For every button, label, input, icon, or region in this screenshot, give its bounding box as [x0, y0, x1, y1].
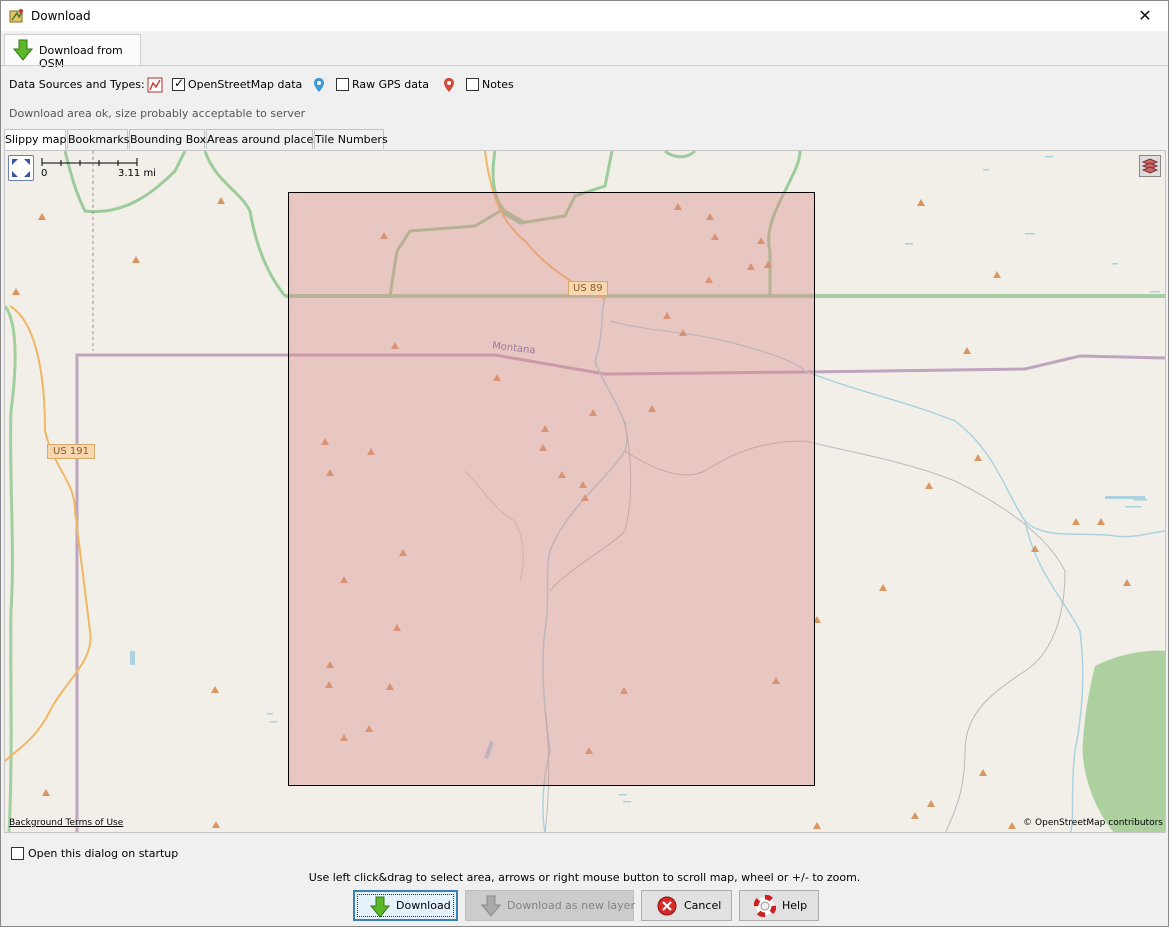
expand-arrows-icon — [12, 159, 30, 177]
raw-gps-label: Raw GPS data — [352, 78, 430, 91]
notes-checkbox[interactable] — [466, 78, 479, 91]
tab-bookmarks[interactable]: Bookmarks — [67, 129, 129, 149]
osm-data-checkbox[interactable]: ✓ — [172, 76, 185, 91]
osm-data-icon — [147, 77, 163, 93]
cancel-icon — [657, 896, 677, 916]
help-button[interactable]: Help — [739, 890, 819, 921]
tab-download-from-osm[interactable]: Download from OSM — [4, 34, 141, 70]
open-on-startup-checkbox[interactable] — [11, 847, 24, 860]
cancel-button[interactable]: Cancel — [641, 890, 732, 921]
download-arrow-icon — [12, 39, 34, 61]
tab-areas-around-places[interactable]: Areas around places — [206, 129, 319, 149]
gps-pin-icon — [314, 78, 324, 92]
download-arrow-icon — [369, 896, 391, 918]
download-button-label: Download — [396, 899, 451, 912]
open-on-startup-option[interactable]: Open this dialog on startup — [11, 847, 211, 861]
download-as-new-layer-button[interactable]: Download as new layer — [465, 890, 635, 921]
window-title: Download — [31, 9, 91, 23]
tab-label: Download from OSM — [39, 44, 123, 70]
download-button[interactable]: Download — [353, 890, 458, 921]
notes-label: Notes — [482, 78, 514, 91]
osm-data-label: OpenStreetMap data — [188, 78, 303, 91]
lifebuoy-help-icon — [754, 895, 776, 917]
scale-start-label: 0 — [41, 168, 48, 179]
data-sources-label: Data Sources and Types: — [9, 78, 145, 91]
help-button-label: Help — [782, 899, 808, 912]
notes-pin-icon — [444, 78, 454, 92]
selected-download-area[interactable] — [288, 192, 815, 786]
josm-app-icon — [9, 9, 23, 23]
tab-divider — [1, 65, 1168, 66]
road-label-us89: US 89 — [568, 281, 608, 296]
cancel-button-label: Cancel — [684, 899, 722, 912]
tab-tile-numbers[interactable]: Tile Numbers — [314, 129, 388, 149]
tab-slippy-map[interactable]: Slippy map — [4, 129, 67, 150]
osm-attribution: © OpenStreetMap contributors — [1023, 818, 1163, 828]
data-sources-row: Data Sources and Types: ✓ OpenStreetMap … — [9, 76, 569, 93]
layers-icon — [1141, 158, 1159, 174]
close-button[interactable]: ✕ — [1122, 1, 1168, 31]
title-bar: Download ✕ — [1, 1, 1168, 31]
tab-bounding-box[interactable]: Bounding Box — [129, 129, 206, 149]
download-arrow-icon — [480, 895, 502, 917]
size-status-text: Download area ok, size probably acceptab… — [9, 107, 306, 120]
slippy-map[interactable]: US 89 US 191 Montana 0 3.11 mi Backgroun… — [4, 150, 1166, 833]
scale-end-label: 3.11 mi — [118, 168, 156, 179]
download-dialog: Download ✕ Download from OSM Data Source… — [0, 0, 1169, 927]
map-layers-button[interactable] — [1139, 155, 1161, 177]
background-terms-link[interactable]: Background Terms of Use — [9, 818, 123, 828]
download-new-layer-label: Download as new layer — [507, 899, 635, 912]
road-label-us191: US 191 — [47, 444, 95, 459]
map-usage-hint: Use left click&drag to select area, arro… — [308, 871, 861, 884]
open-on-startup-label: Open this dialog on startup — [28, 847, 179, 860]
scale-ruler — [41, 158, 138, 166]
map-scale-bar: 0 3.11 mi — [41, 155, 161, 183]
raw-gps-checkbox[interactable] — [336, 78, 349, 91]
zoom-to-fit-button[interactable] — [8, 155, 34, 181]
